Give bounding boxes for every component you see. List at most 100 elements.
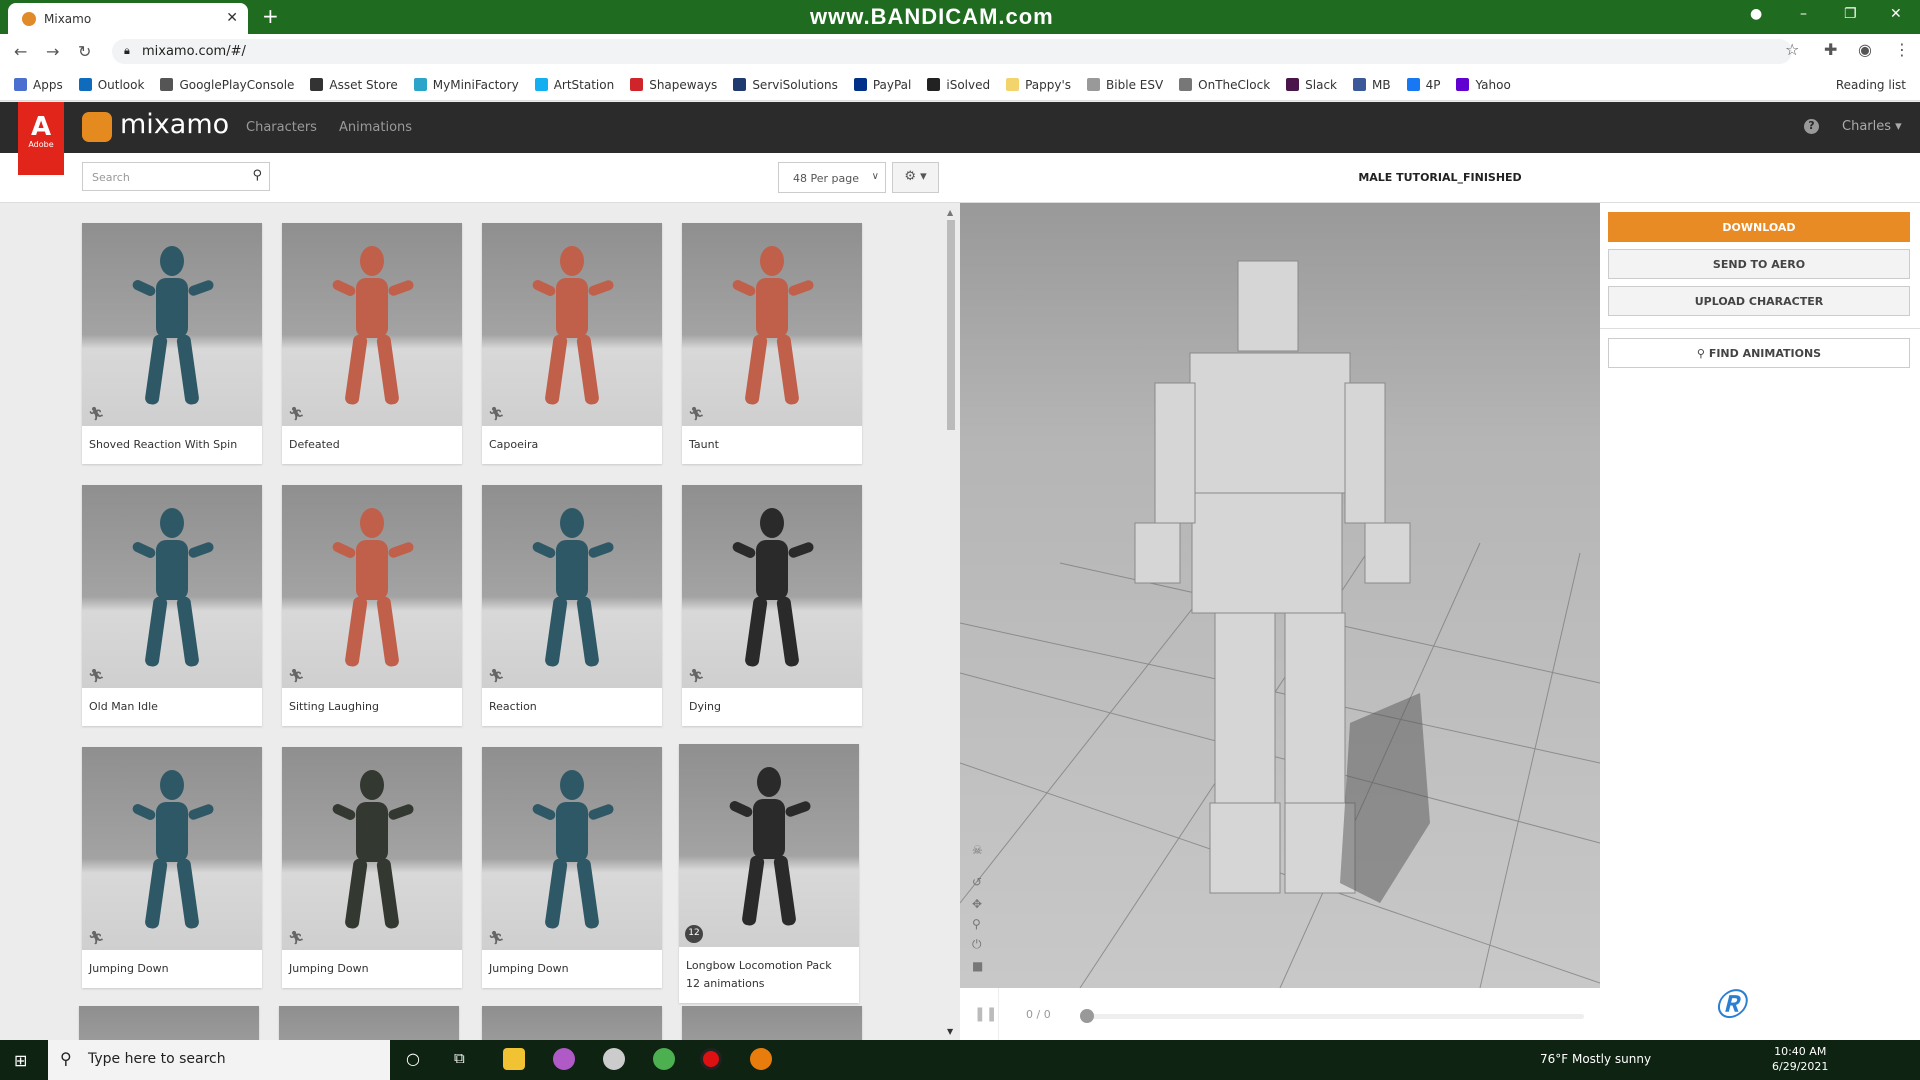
- card-title: Reaction: [489, 700, 537, 713]
- search-icon[interactable]: ⚲: [252, 168, 262, 183]
- download-button[interactable]: DOWNLOAD: [1608, 212, 1910, 242]
- bookmark-item[interactable]: iSolved: [927, 78, 990, 92]
- skeleton-icon[interactable]: ☠: [972, 843, 983, 857]
- bookmark-item[interactable]: Yahoo: [1456, 78, 1511, 92]
- help-icon[interactable]: ?: [1804, 119, 1819, 134]
- new-tab-button[interactable]: +: [262, 4, 279, 28]
- bookmark-item[interactable]: 4P: [1406, 78, 1440, 92]
- animation-card[interactable]: 🏃︎ Jumping Down: [482, 747, 662, 988]
- close-tab-icon[interactable]: ✕: [226, 10, 238, 26]
- animation-thumbnail: 🏃︎: [482, 223, 662, 426]
- nav-characters[interactable]: Characters: [246, 120, 317, 135]
- browser-tab[interactable]: Mixamo ✕: [8, 3, 248, 34]
- bookmark-item[interactable]: MyMiniFactory: [413, 78, 519, 92]
- animation-card[interactable]: 🏃︎ Defeated: [282, 223, 462, 464]
- bookmark-icon: [14, 78, 27, 91]
- animation-pack-card[interactable]: 12 Longbow Locomotion Pack 12 animations: [679, 744, 859, 1003]
- animation-card[interactable]: 🏃︎ Old Man Idle: [82, 485, 262, 726]
- pause-button[interactable]: ❚❚: [974, 1006, 997, 1022]
- chrome-icon[interactable]: [653, 1048, 675, 1070]
- bookmark-item[interactable]: ServiSolutions: [733, 78, 838, 92]
- bookmark-item[interactable]: Slack: [1286, 78, 1337, 92]
- bookmark-item[interactable]: MB: [1353, 78, 1391, 92]
- pan-icon[interactable]: ✥: [972, 897, 982, 911]
- task-view-icon[interactable]: ⧉: [454, 1049, 465, 1067]
- animation-card[interactable]: 🏃︎ Jumping Down: [282, 747, 462, 988]
- animation-card[interactable]: [482, 1006, 662, 1040]
- minimize-button[interactable]: –: [1800, 6, 1807, 22]
- timeline-slider[interactable]: [1084, 1014, 1584, 1019]
- 3d-viewport[interactable]: ☠ ↺ ✥ ⚲ ⏻ ■: [960, 203, 1600, 988]
- bookmark-star-icon[interactable]: ☆: [1785, 40, 1799, 59]
- animation-card[interactable]: 🏃︎ Dying: [682, 485, 862, 726]
- send-to-aero-button[interactable]: SEND TO AERO: [1608, 249, 1910, 279]
- timeline-handle[interactable]: [1080, 1009, 1094, 1023]
- bookmark-item[interactable]: Apps: [14, 78, 63, 92]
- find-animations-button[interactable]: ⚲ FIND ANIMATIONS: [1608, 338, 1910, 368]
- actions-panel: DOWNLOAD SEND TO AERO UPLOAD CHARACTER ⚲…: [1600, 203, 1920, 1040]
- settings-dropdown[interactable]: ⚙ ▾: [892, 162, 939, 193]
- file-explorer-icon[interactable]: [503, 1048, 525, 1070]
- animation-card[interactable]: 🏃︎ Shoved Reaction With Spin: [82, 223, 262, 464]
- animation-card[interactable]: [279, 1006, 459, 1040]
- windows-start-icon[interactable]: ⊞: [14, 1051, 27, 1070]
- bookmark-item[interactable]: Pappy's: [1006, 78, 1071, 92]
- animation-card[interactable]: 🏃︎ Sitting Laughing: [282, 485, 462, 726]
- bookmark-label: MB: [1372, 77, 1391, 92]
- card-title: Defeated: [289, 438, 340, 451]
- close-window-button[interactable]: ✕: [1890, 6, 1902, 22]
- animation-card[interactable]: 🏃︎ Reaction: [482, 485, 662, 726]
- back-icon[interactable]: ←: [14, 42, 27, 61]
- animation-card[interactable]: 🏃︎ Jumping Down: [82, 747, 262, 988]
- clock[interactable]: 10:40 AM 6/29/2021: [1772, 1044, 1828, 1074]
- reload-icon[interactable]: ↻: [78, 42, 91, 61]
- divider: [998, 988, 999, 1040]
- bookmark-item[interactable]: ArtStation: [534, 78, 614, 92]
- menu-icon[interactable]: ⋮: [1894, 40, 1910, 59]
- url-field[interactable]: 🔒︎ mixamo.com/#/: [112, 39, 1792, 64]
- cortana-icon[interactable]: ○: [406, 1049, 420, 1068]
- bandicam-icon[interactable]: [700, 1048, 722, 1070]
- mixamo-logo-icon[interactable]: [82, 112, 112, 142]
- per-page-select[interactable]: 48 Per page ∨: [778, 162, 886, 193]
- animation-card[interactable]: [79, 1006, 259, 1040]
- blender-icon[interactable]: [750, 1048, 772, 1070]
- nav-animations[interactable]: Animations: [339, 120, 412, 135]
- bookmark-item[interactable]: Outlook: [78, 78, 144, 92]
- reset-view-icon[interactable]: ↺: [972, 875, 982, 889]
- scroll-down-icon[interactable]: ▼: [947, 1027, 953, 1036]
- brand-name[interactable]: mixamo: [120, 109, 229, 140]
- app-icon[interactable]: [603, 1048, 625, 1070]
- animation-icon: 🏃︎: [488, 407, 505, 422]
- bookmark-item[interactable]: Asset Store: [310, 78, 398, 92]
- adobe-logo[interactable]: A Adobe: [18, 102, 64, 175]
- search-input[interactable]: Search ⚲: [82, 162, 270, 191]
- bookmark-item[interactable]: PayPal: [853, 78, 911, 92]
- bookmark-item[interactable]: GooglePlayConsole: [160, 78, 294, 92]
- weather-widget[interactable]: 76°F Mostly sunny: [1540, 1052, 1651, 1066]
- user-menu[interactable]: Charles ▾: [1842, 119, 1902, 134]
- profile-icon[interactable]: ●: [1750, 6, 1762, 22]
- reading-list-button[interactable]: Reading list: [1836, 78, 1906, 92]
- restore-button[interactable]: ❐: [1844, 6, 1857, 22]
- animation-thumbnail: 🏃︎: [682, 485, 862, 688]
- app-icon[interactable]: [553, 1048, 575, 1070]
- bookmark-item[interactable]: Shapeways: [630, 78, 717, 92]
- taskbar-search[interactable]: ⚲ Type here to search: [48, 1040, 390, 1080]
- camera-icon[interactable]: ■: [972, 959, 983, 973]
- extensions-icon[interactable]: ✚: [1824, 40, 1837, 59]
- zoom-icon[interactable]: ⚲: [972, 917, 981, 931]
- forward-icon[interactable]: →: [46, 42, 59, 61]
- scroll-up-icon[interactable]: ▲: [947, 208, 953, 217]
- power-icon[interactable]: ⏻: [972, 937, 982, 952]
- upload-character-button[interactable]: UPLOAD CHARACTER: [1608, 286, 1910, 316]
- profile-avatar[interactable]: ◉: [1858, 40, 1872, 59]
- character-figure: [132, 246, 214, 405]
- animation-card[interactable]: [682, 1006, 862, 1040]
- animation-card[interactable]: 🏃︎ Capoeira: [482, 223, 662, 464]
- bookmark-item[interactable]: OnTheClock: [1179, 78, 1270, 92]
- bookmark-item[interactable]: Bible ESV: [1087, 78, 1163, 92]
- scrollbar-thumb[interactable]: [947, 220, 955, 430]
- animation-card[interactable]: 🏃︎ Taunt: [682, 223, 862, 464]
- list-scrollbar[interactable]: ▲ ▼: [945, 208, 957, 1036]
